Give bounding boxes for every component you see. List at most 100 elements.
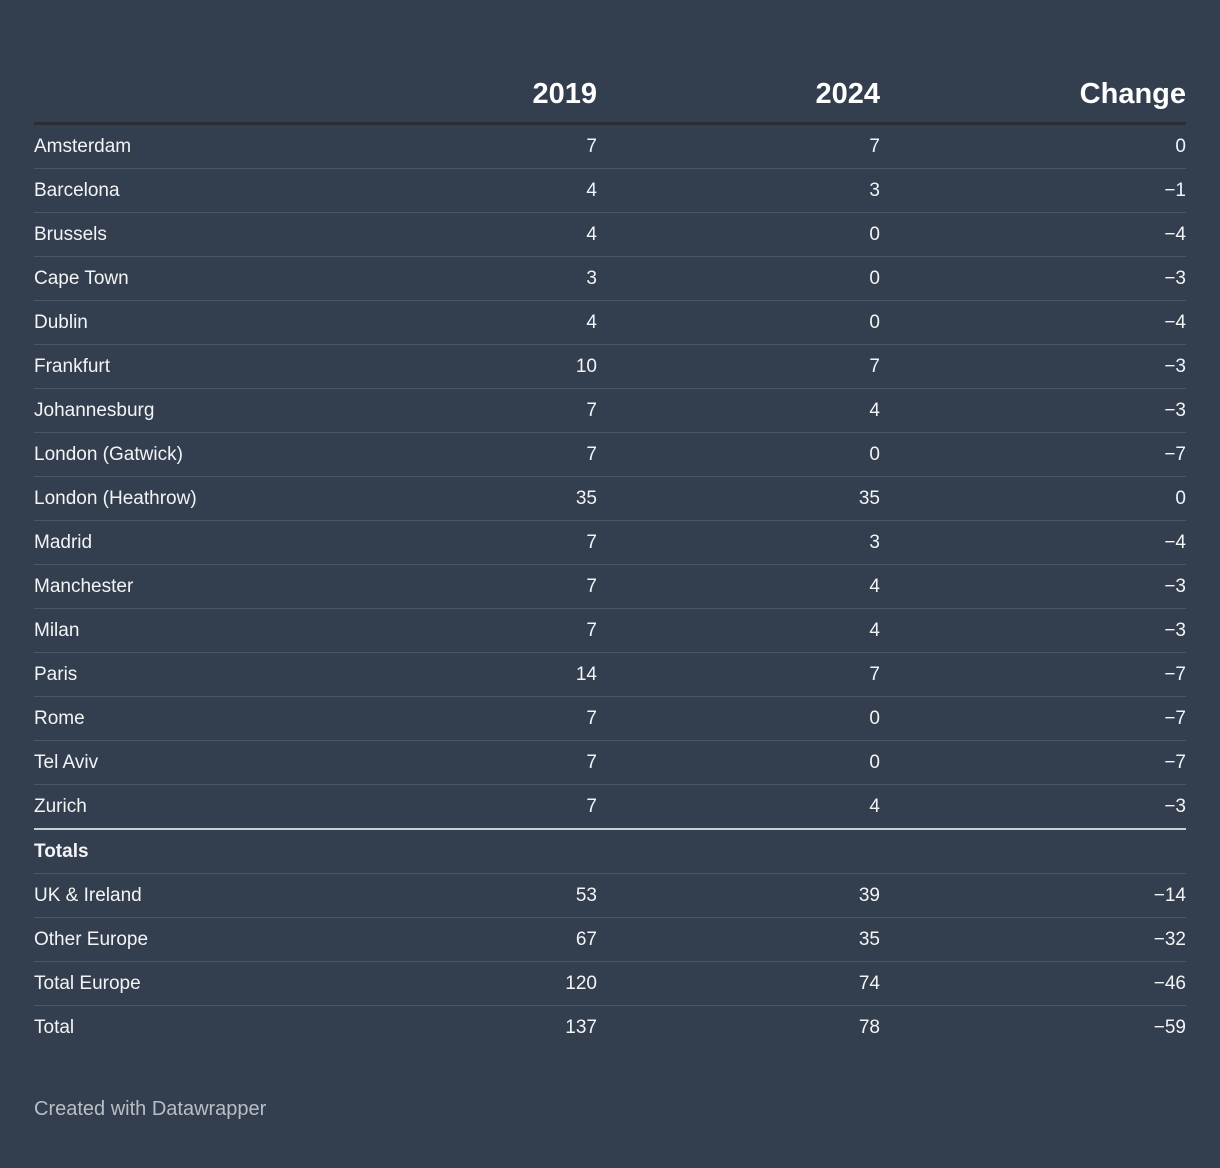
cell-value-2024: 4 xyxy=(597,564,880,609)
cell-change: −7 xyxy=(880,432,1186,477)
cell-value-2019: 4 xyxy=(284,212,597,257)
cell-value-2024: 35 xyxy=(597,476,880,521)
header-2019[interactable]: 2019 xyxy=(284,66,597,125)
cell-value-2019: 7 xyxy=(284,740,597,785)
cell-value-2024: 0 xyxy=(597,300,880,345)
cell-value-2024: 0 xyxy=(597,696,880,741)
table-row: Paris 14 7 −7 xyxy=(34,652,1186,697)
cell-city: London (Gatwick) xyxy=(34,432,284,477)
header-row: 2019 2024 Change xyxy=(34,66,1186,125)
cell-value-2024: 7 xyxy=(597,123,880,169)
cell-city: Brussels xyxy=(34,212,284,257)
cell-city: Madrid xyxy=(34,520,284,565)
cell-value-2024: 78 xyxy=(858,1016,880,1038)
table-row: Madrid 7 3 −4 xyxy=(34,520,1186,565)
cell-city: Milan xyxy=(34,608,284,653)
cell-change: −7 xyxy=(880,740,1186,785)
totals-section-row: Totals xyxy=(34,829,1186,874)
cell-value-2019: 7 xyxy=(284,784,597,830)
cell-city: Dublin xyxy=(34,300,284,345)
table-row: Tel Aviv 7 0 −7 xyxy=(34,740,1186,785)
cell-city: Barcelona xyxy=(34,168,284,213)
cell-value-2024: 0 xyxy=(597,256,880,301)
table-row: Johannesburg 7 4 −3 xyxy=(34,388,1186,433)
table-row: Manchester 7 4 −3 xyxy=(34,564,1186,609)
table-row: Zurich 7 4 −3 xyxy=(34,784,1186,830)
cell-value-2024: 0 xyxy=(597,432,880,477)
cell-value-2019: 14 xyxy=(284,652,597,697)
totals-heading: Totals xyxy=(34,829,1186,874)
cell-change: −4 xyxy=(880,212,1186,257)
table-row: Total 137 78 −59 xyxy=(34,1006,1186,1050)
footer-credit[interactable]: Created with Datawrapper xyxy=(34,1098,266,1121)
cell-change: −3 xyxy=(880,388,1186,433)
cell-change: 0 xyxy=(880,123,1186,169)
cell-value-2019: 7 xyxy=(284,608,597,653)
cell-change: −3 xyxy=(880,784,1186,830)
table-row: Frankfurt 10 7 −3 xyxy=(34,344,1186,389)
table-row: London (Heathrow) 35 35 0 xyxy=(34,476,1186,521)
header-2024[interactable]: 2024 xyxy=(597,66,880,125)
cell-value-2024: 39 xyxy=(597,873,880,918)
cell-city: Paris xyxy=(34,652,284,697)
cell-value-2019: 7 xyxy=(284,388,597,433)
cell-value-2024: 0 xyxy=(597,212,880,257)
cell-value-2024: 3 xyxy=(597,520,880,565)
header-city[interactable] xyxy=(34,66,284,125)
cell-value-2024: 35 xyxy=(597,917,880,962)
table-row: Amsterdam 7 7 0 xyxy=(34,123,1186,169)
cell-city: Johannesburg xyxy=(34,388,284,433)
table-row: London (Gatwick) 7 0 −7 xyxy=(34,432,1186,477)
cell-city: Other Europe xyxy=(34,917,284,962)
cell-value-2024: 74 xyxy=(597,961,880,1006)
cell-value-2019: 67 xyxy=(284,917,597,962)
table-row: Brussels 4 0 −4 xyxy=(34,212,1186,257)
cell-value-2024: 4 xyxy=(597,784,880,830)
cell-value-2024: 7 xyxy=(597,652,880,697)
cell-change: −59 xyxy=(1153,1016,1186,1038)
cell-change: −1 xyxy=(880,168,1186,213)
cell-change: 0 xyxy=(880,476,1186,521)
cell-value-2024: 4 xyxy=(597,388,880,433)
table-row: Barcelona 4 3 −1 xyxy=(34,168,1186,213)
table-row: UK & Ireland 53 39 −14 xyxy=(34,873,1186,918)
cell-city: Frankfurt xyxy=(34,344,284,389)
table-row: Rome 7 0 −7 xyxy=(34,696,1186,741)
cell-change: −3 xyxy=(880,256,1186,301)
cell-city: Total Europe xyxy=(34,961,284,1006)
cell-city: Zurich xyxy=(34,784,284,830)
cell-change: −3 xyxy=(880,344,1186,389)
data-table: 2019 2024 Change Amsterdam 7 7 0 Barcelona 4 3… xyxy=(34,66,1186,1049)
table-row: Dublin 4 0 −4 xyxy=(34,300,1186,345)
cell-value-2019: 7 xyxy=(284,432,597,477)
cell-city: Tel Aviv xyxy=(34,740,284,785)
cell-value-2024: 0 xyxy=(597,740,880,785)
cell-city: Total xyxy=(34,1016,75,1038)
cell-change: −46 xyxy=(880,961,1186,1006)
cell-value-2019: 3 xyxy=(284,256,597,301)
cell-value-2019: 4 xyxy=(284,300,597,345)
cell-city: Cape Town xyxy=(34,256,284,301)
cell-change: −4 xyxy=(880,300,1186,345)
cell-value-2019: 7 xyxy=(284,520,597,565)
cell-change: −3 xyxy=(880,608,1186,653)
cell-city: Amsterdam xyxy=(34,123,284,169)
cell-value-2019: 35 xyxy=(284,476,597,521)
cell-value-2019: 4 xyxy=(284,168,597,213)
cell-change: −32 xyxy=(880,917,1186,962)
cell-change: −7 xyxy=(880,696,1186,741)
cell-change: −3 xyxy=(880,564,1186,609)
cell-value-2019: 120 xyxy=(284,961,597,1006)
header-change[interactable]: Change xyxy=(880,66,1186,125)
cell-value-2019: 137 xyxy=(565,1016,597,1038)
cell-value-2019: 7 xyxy=(284,123,597,169)
cell-value-2019: 7 xyxy=(284,564,597,609)
cell-value-2024: 7 xyxy=(597,344,880,389)
table-row: Total Europe 120 74 −46 xyxy=(34,961,1186,1006)
table-row: Other Europe 67 35 −32 xyxy=(34,917,1186,962)
cell-city: London (Heathrow) xyxy=(34,476,284,521)
cell-change: −4 xyxy=(880,520,1186,565)
cell-value-2024: 4 xyxy=(597,608,880,653)
cell-city: UK & Ireland xyxy=(34,873,284,918)
cell-value-2019: 7 xyxy=(284,696,597,741)
